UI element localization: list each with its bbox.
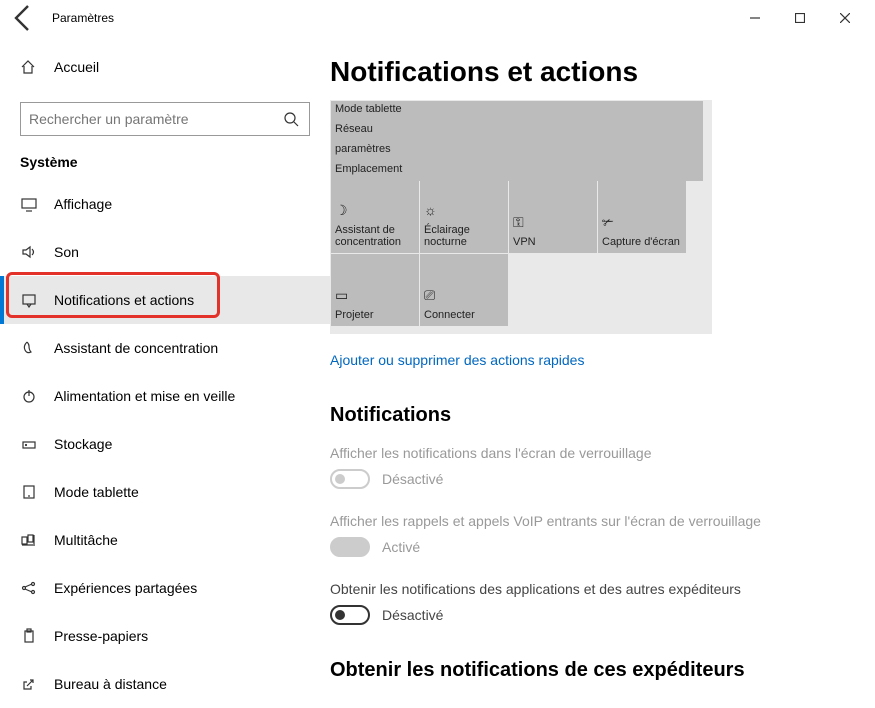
setting-label: Afficher les notifications dans l'écran …	[330, 445, 875, 461]
sidebar-item-multitache[interactable]: Multitâche	[0, 516, 330, 564]
project-icon: ▭	[335, 287, 415, 309]
minimize-button[interactable]	[732, 3, 777, 33]
moon-icon: ☽	[335, 202, 415, 224]
tile-label: Éclairage nocturne	[424, 224, 504, 249]
section-title: Système	[20, 154, 330, 170]
toggle[interactable]	[330, 605, 370, 625]
maximize-button[interactable]	[777, 3, 822, 33]
close-button[interactable]	[822, 3, 867, 33]
remote-icon	[20, 676, 38, 692]
home-link[interactable]: Accueil	[20, 48, 330, 86]
sidebar-item-label: Mode tablette	[54, 484, 139, 500]
sidebar-item-label: Alimentation et mise en veille	[54, 388, 235, 404]
tile-header[interactable]: Réseau	[331, 121, 704, 141]
home-label: Accueil	[54, 59, 99, 75]
setting-label: Obtenir les notifications des applicatio…	[330, 581, 875, 597]
sidebar-item-notifications[interactable]: Notifications et actions	[0, 276, 330, 324]
sound-icon	[20, 244, 38, 260]
sidebar-item-stockage[interactable]: Stockage	[0, 420, 330, 468]
focus-icon	[20, 340, 38, 356]
sidebar-item-label: Affichage	[54, 196, 112, 212]
snip-icon: ✃	[602, 214, 682, 236]
sidebar-item-son[interactable]: Son	[0, 228, 330, 276]
sidebar-item-bureau[interactable]: Bureau à distance	[0, 660, 330, 708]
main-content: Notifications et actions Mode tablette R…	[330, 36, 875, 702]
tile-assistant[interactable]: ☽ Assistant de concentration	[331, 181, 419, 253]
toggle-state: Désactivé	[382, 607, 443, 623]
tile-label: Capture d'écran	[602, 236, 682, 249]
tile-label: VPN	[513, 236, 593, 249]
tile-header[interactable]: Emplacement	[331, 161, 704, 181]
storage-icon	[20, 436, 38, 452]
tile-capture[interactable]: ✃ Capture d'écran	[598, 181, 686, 253]
clipboard-icon	[20, 628, 38, 644]
sidebar-item-label: Expériences partagées	[54, 580, 197, 596]
display-icon	[20, 196, 38, 212]
section-senders: Obtenir les notifications de ces expédit…	[330, 659, 875, 682]
tile-label: Projeter	[335, 309, 415, 322]
search-input[interactable]	[29, 111, 301, 127]
sidebar-item-label: Presse-papiers	[54, 628, 148, 644]
sidebar-item-assistant[interactable]: Assistant de concentration	[0, 324, 330, 372]
tablet-icon	[20, 484, 38, 500]
toggle	[330, 537, 370, 557]
sidebar: Accueil Système Affichage Son Notificati…	[0, 36, 330, 702]
sidebar-item-label: Notifications et actions	[54, 292, 194, 308]
tile-eclairage[interactable]: ☼ Éclairage nocturne	[420, 181, 508, 253]
sidebar-item-label: Bureau à distance	[54, 676, 167, 692]
setting-lockscreen-notifications: Afficher les notifications dans l'écran …	[330, 445, 875, 489]
power-icon	[20, 388, 38, 404]
quick-actions-panel: Mode tablette Réseau paramètres Emplacem…	[330, 100, 712, 334]
multitask-icon	[20, 532, 38, 548]
tile-header[interactable]: Mode tablette	[331, 101, 704, 121]
page-title: Notifications et actions	[330, 56, 875, 88]
setting-voip-lockscreen: Afficher les rappels et appels VoIP entr…	[330, 513, 875, 557]
sidebar-item-tablette[interactable]: Mode tablette	[0, 468, 330, 516]
tile-label: Connecter	[424, 309, 504, 322]
back-button[interactable]	[8, 2, 40, 34]
tile-header[interactable]: paramètres	[331, 141, 704, 161]
section-notifications: Notifications	[330, 404, 875, 427]
notifications-icon	[20, 292, 38, 308]
share-icon	[20, 580, 38, 596]
search-box[interactable]	[20, 102, 310, 136]
sidebar-item-label: Assistant de concentration	[54, 340, 218, 356]
connect-icon: ⎚	[424, 287, 504, 309]
vpn-icon: ⚿	[513, 214, 593, 236]
window-title: Paramètres	[52, 11, 114, 25]
sidebar-item-experiences[interactable]: Expériences partagées	[0, 564, 330, 612]
sidebar-item-label: Son	[54, 244, 79, 260]
tile-vpn[interactable]: ⚿ VPN	[509, 181, 597, 253]
toggle	[330, 469, 370, 489]
sidebar-item-label: Stockage	[54, 436, 112, 452]
toggle-state: Activé	[382, 539, 420, 555]
sidebar-item-label: Multitâche	[54, 532, 118, 548]
search-icon	[283, 111, 299, 132]
tile-connecter[interactable]: ⎚ Connecter	[420, 254, 508, 326]
sidebar-item-alimentation[interactable]: Alimentation et mise en veille	[0, 372, 330, 420]
sidebar-item-presse[interactable]: Presse-papiers	[0, 612, 330, 660]
sidebar-item-affichage[interactable]: Affichage	[0, 180, 330, 228]
toggle-state: Désactivé	[382, 471, 443, 487]
brightness-icon: ☼	[424, 202, 504, 224]
tile-projeter[interactable]: ▭ Projeter	[331, 254, 419, 326]
edit-quick-actions-link[interactable]: Ajouter ou supprimer des actions rapides	[330, 352, 584, 368]
setting-label: Afficher les rappels et appels VoIP entr…	[330, 513, 875, 529]
setting-app-notifications: Obtenir les notifications des applicatio…	[330, 581, 875, 625]
titlebar: Paramètres	[0, 0, 875, 36]
tile-label: Assistant de concentration	[335, 224, 415, 249]
home-icon	[20, 59, 38, 75]
